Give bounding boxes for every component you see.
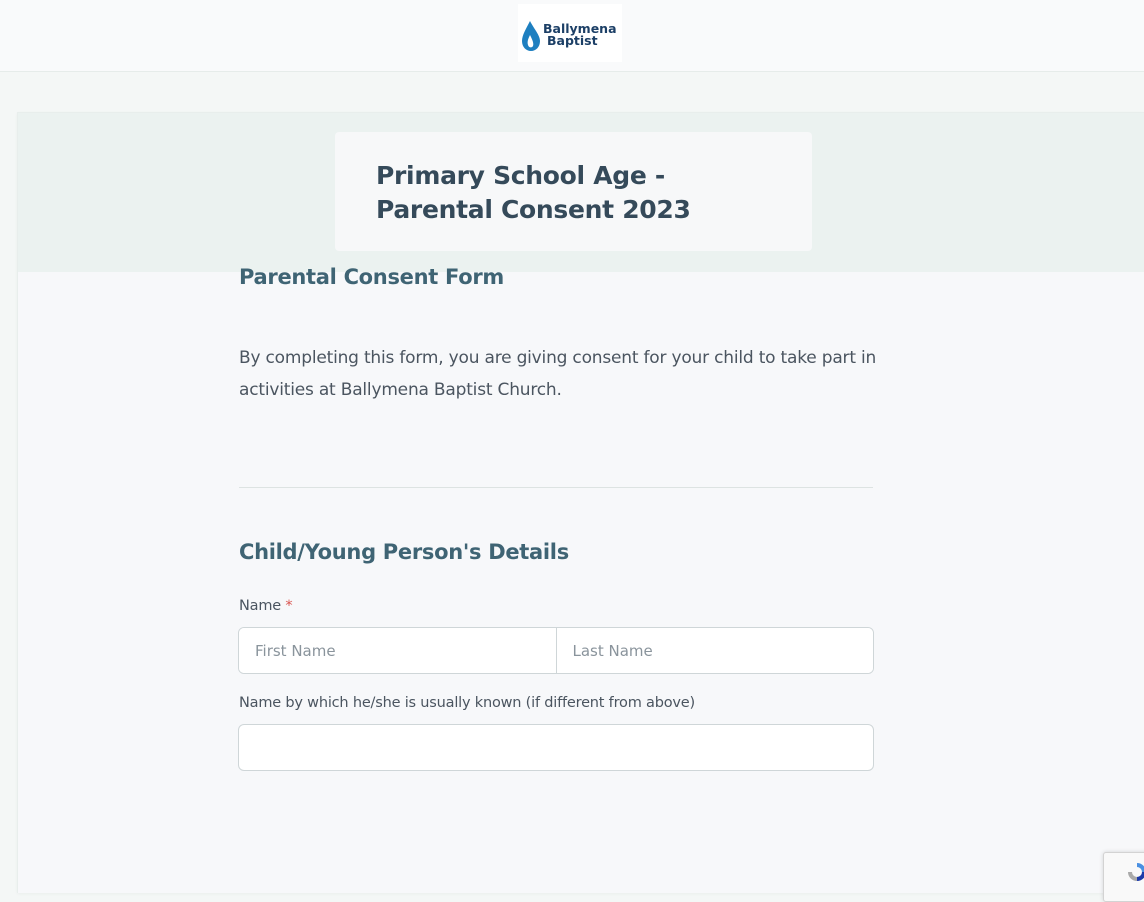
flame-drop-icon: Ballymena Baptist <box>522 21 617 51</box>
form-title-line1: Primary School Age - <box>376 161 665 190</box>
recaptcha-icon <box>1128 863 1144 881</box>
known-as-label: Name by which he/she is usually known (i… <box>239 695 695 711</box>
form-title-line2: Parental Consent 2023 <box>376 195 691 224</box>
name-label: Name * <box>239 598 293 614</box>
section-heading-child-details: Child/Young Person's Details <box>239 540 569 564</box>
name-label-text: Name <box>239 598 281 614</box>
form-card: Primary School Age - Parental Consent 20… <box>17 112 1144 893</box>
last-name-input[interactable] <box>556 628 873 673</box>
first-name-input[interactable] <box>239 628 556 673</box>
intro-text: By completing this form, you are giving … <box>239 348 877 400</box>
known-as-input[interactable] <box>238 724 874 771</box>
logo-line2: Baptist <box>547 33 598 48</box>
required-marker: * <box>285 598 293 614</box>
recaptcha-badge[interactable] <box>1103 852 1144 902</box>
top-bar: Ballymena Baptist <box>0 0 1144 72</box>
form-title: Primary School Age - Parental Consent 20… <box>376 159 796 227</box>
name-input-group <box>238 627 874 674</box>
section-heading-consent: Parental Consent Form <box>239 265 504 289</box>
form-header-band: Primary School Age - Parental Consent 20… <box>18 113 1144 272</box>
form-title-box: Primary School Age - Parental Consent 20… <box>335 132 812 251</box>
church-logo[interactable]: Ballymena Baptist <box>518 4 622 62</box>
section-divider <box>239 487 873 488</box>
